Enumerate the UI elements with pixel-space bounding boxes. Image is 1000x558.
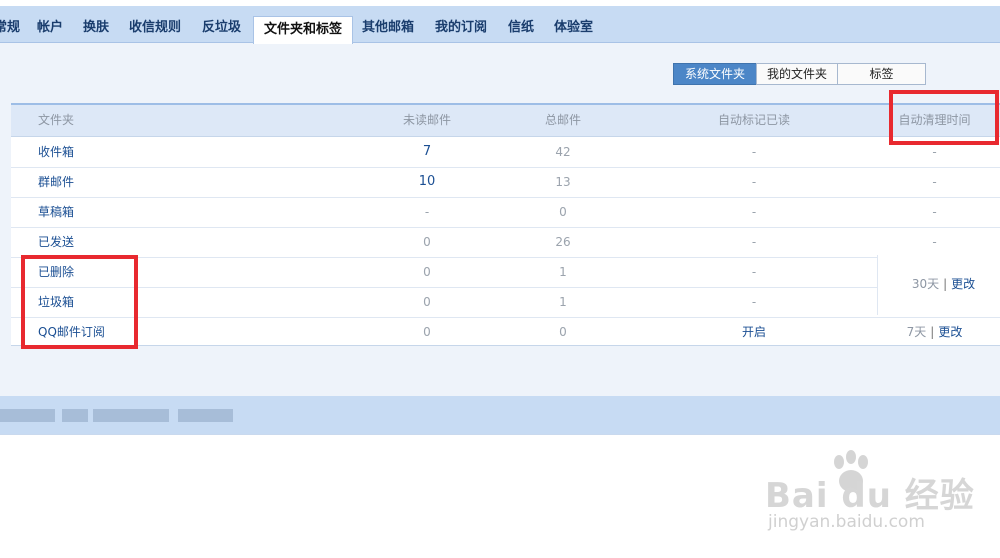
auto-mark-read: - — [751, 145, 757, 159]
tab-stationery[interactable]: 信纸 — [508, 14, 534, 42]
highlight-box — [21, 255, 138, 349]
table-row: 已发送 0 26 - - — [11, 227, 1000, 258]
tab-anti-spam[interactable]: 反垃圾 — [202, 14, 241, 42]
tab-folders-and-labels[interactable]: 文件夹和标签 — [253, 16, 353, 44]
auto-mark-read-toggle[interactable]: 开启 — [684, 317, 824, 347]
table-row: 收件箱 7 42 - - — [11, 137, 1000, 168]
auto-mark-read: - — [751, 235, 757, 249]
separator: | — [943, 277, 948, 291]
subtab-system-folders[interactable]: 系统文件夹 — [673, 63, 757, 85]
change-link[interactable]: 更改 — [938, 325, 962, 339]
tab-lab[interactable]: 体验室 — [554, 14, 593, 42]
header-auto-mark-read: 自动标记已读 — [717, 113, 790, 127]
tab-my-subscriptions[interactable]: 我的订阅 — [435, 14, 487, 42]
separator: | — [930, 325, 935, 339]
folder-name-group-mail[interactable]: 群邮件 — [38, 167, 188, 197]
folder-name-inbox[interactable]: 收件箱 — [38, 137, 188, 167]
highlight-box — [889, 90, 999, 145]
total-count: 42 — [555, 145, 571, 159]
subtab-my-folders[interactable]: 我的文件夹 — [756, 63, 838, 85]
tab-mail-rules[interactable]: 收信规则 — [129, 14, 181, 42]
unread-count[interactable]: 7 — [377, 137, 477, 167]
auto-clean-time: - — [932, 235, 937, 249]
total-count: 1 — [559, 295, 567, 309]
settings-panel: 常规 帐户 换肤 收信规则 反垃圾 文件夹和标签 其他邮箱 我的订阅 信纸 体验… — [0, 6, 1000, 435]
folder-name-drafts[interactable]: 草稿箱 — [38, 197, 188, 227]
header-unread: 未读邮件 — [402, 113, 451, 127]
tab-other-mailboxes[interactable]: 其他邮箱 — [362, 14, 414, 42]
folder-name-sent[interactable]: 已发送 — [38, 227, 188, 257]
total-count: 1 — [559, 265, 567, 279]
footer-bar — [0, 396, 1000, 434]
unread-count: 0 — [423, 295, 431, 309]
auto-mark-read: - — [751, 265, 757, 279]
subtab-labels[interactable]: 标签 — [837, 63, 926, 85]
auto-mark-read: - — [751, 175, 757, 189]
watermark-url: jingyan.baidu.com — [768, 512, 925, 532]
blurred-text — [0, 409, 55, 422]
header-folder: 文件夹 — [38, 113, 75, 127]
folder-table: 文件夹 未读邮件 总邮件 自动标记已读 自动清理时间 收件箱 7 42 - - … — [11, 103, 1000, 346]
total-count: 0 — [559, 205, 567, 219]
unread-count: - — [424, 205, 430, 219]
auto-clean-time: - — [932, 175, 937, 189]
unread-count: 0 — [423, 235, 431, 249]
unread-count: 0 — [423, 325, 431, 339]
tab-skin[interactable]: 换肤 — [83, 14, 109, 42]
table-row: 草稿箱 - 0 - - — [11, 197, 1000, 228]
total-count: 13 — [555, 175, 571, 189]
blurred-text — [62, 409, 88, 422]
tab-general[interactable]: 常规 — [0, 14, 20, 42]
auto-mark-read: - — [751, 295, 757, 309]
tab-account[interactable]: 帐户 — [37, 14, 63, 42]
auto-clean-value: 7天 — [906, 325, 927, 339]
watermark-brand: Bai du 经验 — [765, 476, 975, 516]
table-row: 群邮件 10 13 - - — [11, 167, 1000, 198]
auto-clean-time-merged: 30天 | 更改 — [877, 255, 1000, 315]
change-link[interactable]: 更改 — [951, 277, 975, 291]
blurred-text — [93, 409, 169, 422]
header-total: 总邮件 — [544, 113, 581, 127]
table-row: QQ邮件订阅 0 0 开启 7天 | 更改 — [11, 317, 1000, 347]
table-header: 文件夹 未读邮件 总邮件 自动标记已读 自动清理时间 — [11, 105, 1000, 137]
unread-count[interactable]: 10 — [377, 167, 477, 197]
settings-tab-bar: 常规 帐户 换肤 收信规则 反垃圾 文件夹和标签 其他邮箱 我的订阅 信纸 体验… — [0, 6, 1000, 44]
unread-count: 0 — [423, 265, 431, 279]
blurred-text — [178, 409, 233, 422]
auto-mark-read: - — [751, 205, 757, 219]
auto-clean-time: 7天 | 更改 — [877, 317, 992, 347]
total-count: 26 — [555, 235, 571, 249]
total-count: 0 — [559, 325, 567, 339]
auto-clean-time: - — [932, 205, 937, 219]
table-row: 已删除 0 1 - — [11, 257, 1000, 288]
auto-clean-value: 30天 — [911, 277, 940, 291]
table-row: 垃圾箱 0 1 - — [11, 287, 1000, 318]
